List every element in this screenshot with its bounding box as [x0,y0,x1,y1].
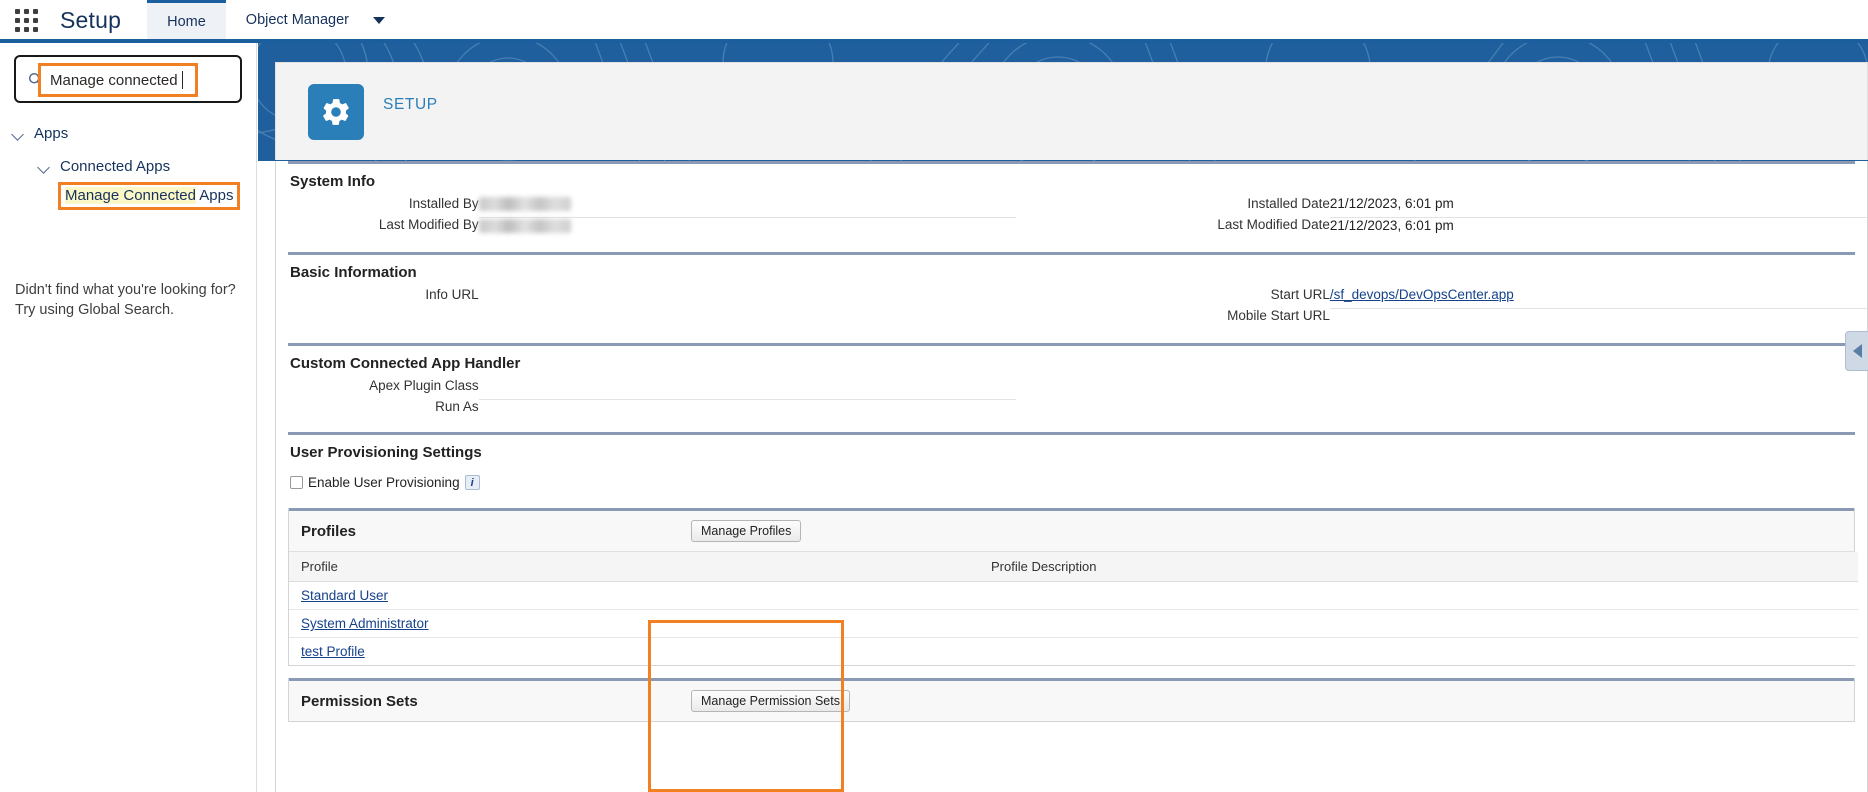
sidebar-item-manage-connected-apps-highlight: Manage Connected Apps [58,182,241,210]
permission-sets-list-header: Permission Sets Manage Permission Sets [289,681,1854,721]
detail-row: Mobile Start URL [276,308,1867,329]
section-title-custom-handler: Custom Connected App Handler [290,355,521,372]
column-header-profile-description: Profile Description [979,552,1858,582]
profile-link-system-administrator[interactable]: System Administrator [301,616,429,631]
field-value-installed-by [478,196,1016,218]
field-label-apex-plugin-class: Apex Plugin Class [369,378,479,393]
profile-link-test-profile[interactable]: test Profile [301,644,365,659]
table-row: Standard User [289,581,1858,610]
enable-user-provisioning-checkbox[interactable] [290,476,303,489]
field-value-last-modified-date: 21/12/2023, 6:01 pm [1329,217,1454,233]
field-label-last-modified-by: Last Modified By [378,217,479,232]
profile-description [979,637,1858,665]
header-tabs: Home Object Manager [147,0,401,40]
table-row: test Profile [289,637,1858,665]
enable-user-provisioning-label: Enable User Provisioning [308,475,460,490]
table-row: System Administrator [289,609,1858,638]
setup-tree: Apps Connected Apps [0,117,257,183]
page-title: Setup [60,6,122,33]
field-value-run-as [479,399,1016,420]
detail-row: Run As [276,399,1867,420]
quick-find-search-box[interactable]: Manage connected [14,55,242,103]
redacted-value [478,218,571,233]
chevron-down-icon [372,16,385,24]
gear-icon [308,84,364,140]
search-input-highlight: Manage connected [38,63,198,97]
column-header-profile: Profile [289,552,979,582]
profiles-list-header: Profiles Manage Profiles [289,511,1854,552]
sidebar-item-label-match: Manage Connected [65,187,196,204]
detail-row: Installed By Installed Date 21/12/2023, … [276,196,1867,218]
field-value-start-url: /sf_devops/DevOpsCenter.app [1329,287,1867,309]
sidebar-help-note-line1: Didn't find what you're looking for? [15,282,236,298]
system-info-table: Installed By Installed Date 21/12/2023, … [276,196,1867,238]
profile-description [979,581,1858,610]
chevron-left-icon [1852,344,1862,358]
custom-handler-table: Apex Plugin Class Run As [276,378,1867,420]
tab-dropdown-button[interactable] [369,0,401,40]
setup-sidebar: Manage connected Apps Connected Apps Man… [0,43,257,792]
field-label-run-as: Run As [435,399,479,414]
field-label-start-url: Start URL [1270,287,1330,302]
manage-profiles-button[interactable]: Manage Profiles [691,520,802,542]
chevron-down-icon [38,160,51,173]
profile-link-standard-user[interactable]: Standard User [301,588,388,603]
app-launcher-icon [14,8,38,32]
start-url-link[interactable]: /sf_devops/DevOpsCenter.app [1330,287,1514,302]
setup-summary-card: SETUP [275,62,1868,160]
global-header: Setup Home Object Manager [0,0,1868,40]
sidebar-help-note: Didn't find what you're looking for? Try… [15,280,245,320]
field-label-last-modified-date: Last Modified Date [1217,217,1330,232]
basic-information-table: Info URL Start URL /sf_devops/DevOpsCent… [276,287,1867,329]
chevron-down-icon [12,127,25,140]
setup-banner-label: SETUP [383,96,438,113]
field-value-apex-plugin-class [478,378,1016,400]
app-launcher-button[interactable] [0,0,52,40]
detail-body: System Info Installed By Installed Date … [275,161,1868,792]
field-label-installed-by: Installed By [408,196,479,211]
field-value-mobile-start-url [1330,308,1867,329]
field-value-last-modified-by [478,217,1016,238]
table-header-row: Profile Profile Description [289,552,1858,582]
sidebar-item-label-rest: Apps [195,187,234,204]
section-title-user-provisioning: User Provisioning Settings [290,444,482,461]
tab-home[interactable]: Home [147,0,226,40]
sidebar-item-label: Apps [34,125,69,142]
field-label-installed-date: Installed Date [1247,196,1330,211]
section-title-basic-information: Basic Information [290,264,417,281]
tab-object-manager[interactable]: Object Manager [226,0,369,40]
manage-permission-sets-button[interactable]: Manage Permission Sets [691,690,850,712]
field-value-info-url [479,287,1016,308]
profiles-table: Profile Profile Description Standard Use… [289,552,1858,665]
redacted-value [478,197,571,212]
field-label-info-url: Info URL [425,287,479,302]
text-cursor [181,71,183,89]
sidebar-item-manage-connected-apps[interactable]: Manage Connected Apps [65,187,233,204]
sidebar-item-label: Connected Apps [60,158,171,175]
permission-sets-list-title: Permission Sets [301,692,418,710]
profiles-list-title: Profiles [301,522,357,540]
permission-sets-related-list: Permission Sets Manage Permission Sets [288,678,1855,722]
collapse-panel-toggle[interactable] [1845,331,1868,371]
profile-description [979,609,1858,638]
field-label-mobile-start-url: Mobile Start URL [1227,308,1330,323]
detail-row: Info URL Start URL /sf_devops/DevOpsCent… [276,287,1867,309]
sidebar-item-connected-apps[interactable]: Connected Apps [0,150,257,183]
main-content: SETUP System Info Installed By Installed… [258,43,1868,792]
detail-row: Apex Plugin Class [276,378,1867,400]
profiles-related-list: Profiles Manage Profiles Profile Profile… [288,508,1858,666]
field-value-installed-date: 21/12/2023, 6:01 pm [1329,196,1867,218]
section-title-system-info: System Info [290,173,376,190]
sidebar-help-note-line2: Try using Global Search. [15,302,175,318]
search-input[interactable]: Manage connected [50,72,178,89]
enable-user-provisioning-row: Enable User Provisioning i [276,467,1867,500]
detail-row: Last Modified By Last Modified Date 21/1… [276,217,1867,238]
sidebar-item-apps[interactable]: Apps [0,117,257,150]
info-icon[interactable]: i [464,475,480,490]
